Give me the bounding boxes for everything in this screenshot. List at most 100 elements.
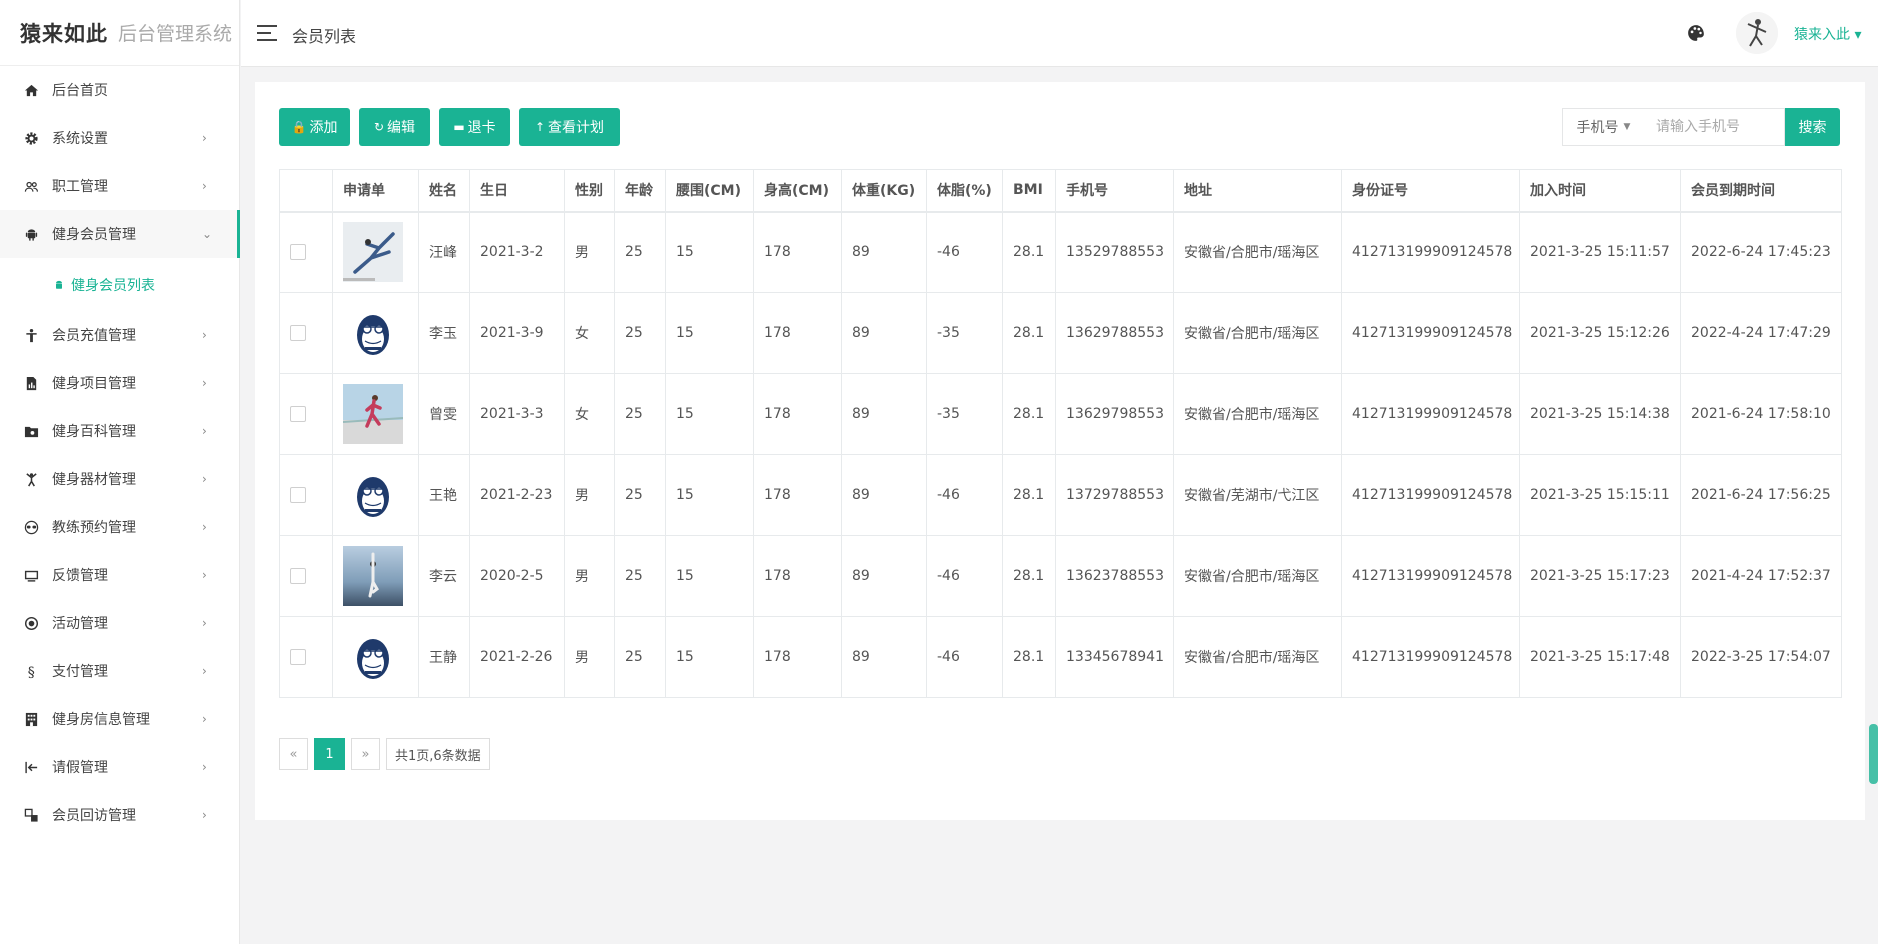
cell-join-time: 2021-3-25 15:11:57 <box>1519 211 1681 293</box>
column-header: 生日 <box>469 169 565 213</box>
cell-fat: -35 <box>926 292 1003 374</box>
cell-fat: -46 <box>926 535 1003 617</box>
sidebar-item-6[interactable]: 健身百科管理 › <box>0 407 239 455</box>
menu-toggle-icon[interactable] <box>257 25 277 41</box>
view-plan-button[interactable]: ↑ 查看计划 <box>519 108 620 146</box>
sidebar-item-8[interactable]: 教练预约管理 › <box>0 503 239 551</box>
sidebar-item-2[interactable]: 职工管理 › <box>0 162 239 210</box>
column-header: 加入时间 <box>1519 169 1681 213</box>
column-header: 会员到期时间 <box>1680 169 1842 213</box>
runner-photo[interactable] <box>343 384 403 444</box>
sidebar-item-label: 系统设置 <box>52 131 108 147</box>
cell-birthday: 2021-3-3 <box>469 373 565 455</box>
row-select-cell <box>279 211 333 293</box>
cell-address: 安徽省/合肥市/瑶海区 <box>1173 535 1342 617</box>
column-header: BMI <box>1002 169 1056 213</box>
row-checkbox[interactable] <box>290 406 306 422</box>
table-row[interactable]: 李玉 2021-3-9 女 25 15 178 89 -35 28.1 13629788553 安徽… <box>279 292 1842 374</box>
users-icon <box>22 177 40 195</box>
brand-system-name: 后台管理系统 <box>118 23 233 45</box>
chevron-right-icon: › <box>202 664 207 678</box>
cell-height: 178 <box>753 616 842 698</box>
table-row[interactable]: 曾雯 2021-3-3 女 25 15 178 89 -35 28.1 13629798553 安徽… <box>279 373 1842 455</box>
column-header: 姓名 <box>418 169 470 213</box>
user-avatar[interactable] <box>1736 12 1778 54</box>
application-image-cell <box>332 616 419 698</box>
submenu-item-member-list[interactable]: 健身会员列表 <box>0 258 239 311</box>
chevron-right-icon: › <box>202 808 207 822</box>
sidebar-item-label: 支付管理 <box>52 664 108 680</box>
cell-birthday: 2021-3-2 <box>469 211 565 293</box>
person-icon <box>22 326 40 344</box>
column-header: 年龄 <box>614 169 666 213</box>
search-button[interactable]: 搜索 <box>1785 108 1840 146</box>
sidebar-item-9[interactable]: 反馈管理 › <box>0 551 239 599</box>
chevron-right-icon: › <box>202 616 207 630</box>
sidebar-menu: 后台首页 系统设置 › 职工管理 › 健身会员管理 ⌄ 健身会员列表 会员充值管理 › 健身项目管理… <box>0 66 240 839</box>
sidebar-item-10[interactable]: 活动管理 › <box>0 599 239 647</box>
search-field-select[interactable]: 手机号 ▼ <box>1562 108 1645 146</box>
sidebar-item-13[interactable]: 请假管理 › <box>0 743 239 791</box>
row-checkbox[interactable] <box>290 649 306 665</box>
pagination-info: 共1页,6条数据 <box>386 738 490 770</box>
column-header <box>279 169 333 213</box>
sidebar-item-14[interactable]: 会员回访管理 › <box>0 791 239 839</box>
cell-phone: 13629788553 <box>1055 292 1174 374</box>
palette-icon[interactable] <box>1687 24 1705 42</box>
add-button[interactable]: 🔒 添加 <box>279 108 350 146</box>
column-header: 身高(CM) <box>753 169 842 213</box>
prev-page-button[interactable]: « <box>279 738 308 770</box>
row-select-cell <box>279 535 333 617</box>
row-checkbox[interactable] <box>290 325 306 341</box>
cell-gender: 男 <box>564 454 615 536</box>
page-scrollbar[interactable] <box>1869 724 1878 784</box>
page-1-button[interactable]: 1 <box>314 738 345 770</box>
row-select-cell <box>279 616 333 698</box>
next-page-button[interactable]: » <box>351 738 380 770</box>
sidebar-item-4[interactable]: 会员充值管理 › <box>0 311 239 359</box>
table-row[interactable]: 汪峰 2021-3-2 男 25 15 178 89 -46 28.1 13529788553 安徽… <box>279 211 1842 293</box>
cell-birthday: 2021-2-26 <box>469 616 565 698</box>
sidebar-item-11[interactable]: § 支付管理 › <box>0 647 239 695</box>
chevron-down-icon: ⌄ <box>202 227 213 241</box>
phone-search-input[interactable] <box>1644 108 1785 146</box>
sidebar-item-0[interactable]: 后台首页 <box>0 66 239 114</box>
sidebar-item-label: 会员回访管理 <box>52 808 136 824</box>
monkey-logo[interactable] <box>343 627 403 687</box>
cell-waist: 15 <box>665 292 754 374</box>
withdraw-card-button[interactable]: ▬ 退卡 <box>439 108 510 146</box>
yoga-photo[interactable] <box>343 546 403 606</box>
cell-bmi: 28.1 <box>1002 616 1056 698</box>
monkey-logo[interactable] <box>343 465 403 525</box>
goggles-icon <box>22 518 40 536</box>
sidebar-item-1[interactable]: 系统设置 › <box>0 114 239 162</box>
table-row[interactable]: 王静 2021-2-26 男 25 15 178 89 -46 28.1 13345678941 安… <box>279 616 1842 698</box>
column-header: 腰围(CM) <box>665 169 754 213</box>
sidebar-item-3[interactable]: 健身会员管理 ⌄ <box>0 210 240 258</box>
pagination: « 1 » 共1页,6条数据 <box>279 738 496 770</box>
application-image-cell <box>332 292 419 374</box>
gear-icon <box>22 129 40 147</box>
row-checkbox[interactable] <box>290 568 306 584</box>
application-image-cell <box>332 454 419 536</box>
username-dropdown[interactable]: 猿来入此 ▾ <box>1794 24 1861 44</box>
cell-age: 25 <box>614 535 666 617</box>
row-checkbox[interactable] <box>290 487 306 503</box>
cell-phone: 13529788553 <box>1055 211 1174 293</box>
row-checkbox[interactable] <box>290 244 306 261</box>
monkey-logo[interactable] <box>343 303 403 363</box>
sidebar-item-5[interactable]: 健身项目管理 › <box>0 359 239 407</box>
cell-fat: -46 <box>926 616 1003 698</box>
sidebar-item-label: 职工管理 <box>52 179 108 195</box>
cell-fat: -35 <box>926 373 1003 455</box>
table-row[interactable]: 李云 2020-2-5 男 25 15 178 89 -46 28.1 13623788553 安徽… <box>279 535 1842 617</box>
building-icon <box>22 710 40 728</box>
row-select-cell <box>279 454 333 536</box>
table-row[interactable]: 王艳 2021-2-23 男 25 15 178 89 -46 28.1 13729788553 安… <box>279 454 1842 536</box>
dancer-photo[interactable] <box>343 222 403 283</box>
edit-button[interactable]: ↻ 编辑 <box>359 108 430 146</box>
cell-gender: 男 <box>564 211 615 293</box>
sidebar-item-7[interactable]: 健身器材管理 › <box>0 455 239 503</box>
cell-age: 25 <box>614 292 666 374</box>
sidebar-item-12[interactable]: 健身房信息管理 › <box>0 695 239 743</box>
